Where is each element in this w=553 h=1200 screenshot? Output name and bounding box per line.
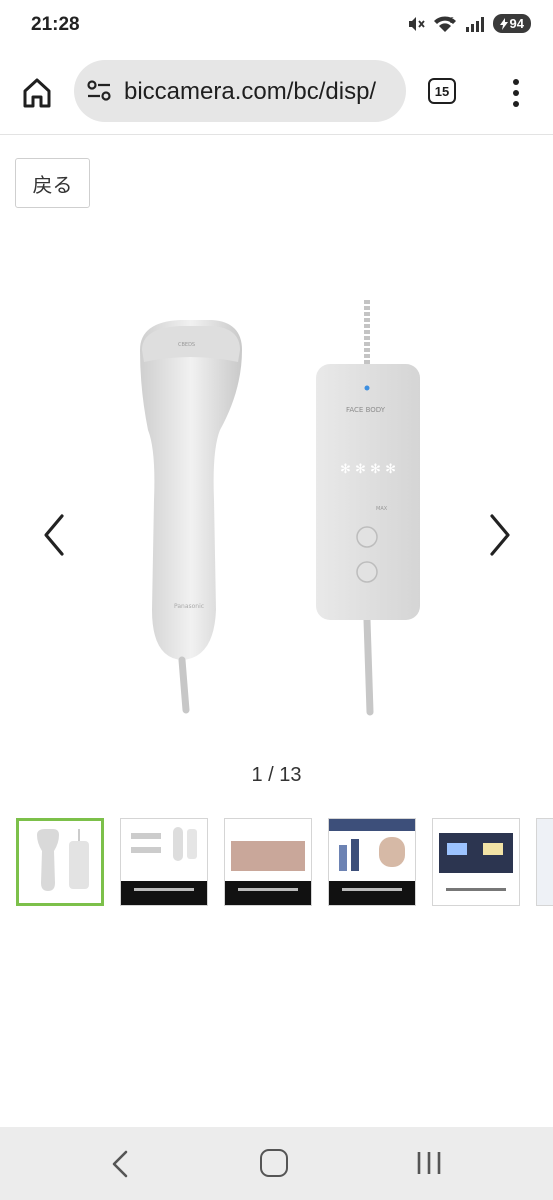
control-unit-label: FACE BODY: [346, 406, 386, 414]
home-icon[interactable]: [18, 74, 56, 112]
mute-icon: [408, 16, 425, 31]
more-menu-icon[interactable]: [506, 78, 526, 108]
thumbnail-strip[interactable]: [16, 818, 553, 908]
system-nav-bar: [0, 1127, 553, 1200]
thumbnail-5[interactable]: [432, 818, 520, 906]
product-image: CBEDS Panasonic FACE BODY ✻ ✻ ✻ ✻ MAX: [140, 300, 420, 716]
site-settings-icon[interactable]: [86, 79, 112, 103]
thumbnail-6[interactable]: [536, 818, 553, 906]
handset-top-label: CBEDS: [178, 342, 195, 348]
system-back-icon[interactable]: [108, 1149, 132, 1179]
thumbnail-3[interactable]: [224, 818, 312, 906]
status-bar: 21:28 6 94: [0, 0, 553, 52]
wifi-icon: 6: [433, 16, 456, 32]
system-home-icon[interactable]: [260, 1149, 288, 1177]
status-icons: 6 94: [407, 14, 531, 33]
battery-indicator: 94: [492, 14, 531, 33]
url-text[interactable]: biccamera.com/bc/disp/: [124, 78, 376, 106]
tab-switcher-button[interactable]: 15: [428, 78, 456, 104]
charging-icon: [499, 17, 508, 30]
back-button[interactable]: 戻る: [15, 158, 90, 208]
battery-level: 94: [509, 16, 524, 31]
prev-image-arrow-icon[interactable]: [40, 512, 70, 558]
svg-text:✻ ✻ ✻ ✻: ✻ ✻ ✻ ✻: [340, 462, 396, 477]
image-counter: 1 / 13: [251, 764, 302, 786]
wifi-badge: 6: [449, 16, 454, 25]
next-image-arrow-icon[interactable]: [484, 512, 514, 558]
thumbnail-product-icon: [37, 829, 89, 891]
system-recents-icon[interactable]: [415, 1150, 443, 1176]
address-bar[interactable]: biccamera.com/bc/disp/: [74, 60, 406, 122]
signal-icon: [465, 16, 484, 32]
image-gallery: CBEDS Panasonic FACE BODY ✻ ✻ ✻ ✻ MAX: [0, 270, 553, 740]
handset-brand-label: Panasonic: [174, 603, 204, 610]
thumbnail-4[interactable]: [328, 818, 416, 906]
thumbnail-1[interactable]: [16, 818, 104, 906]
browser-toolbar: biccamera.com/bc/disp/ 15: [0, 52, 553, 135]
thumbnail-2[interactable]: [120, 818, 208, 906]
control-mode-label: MAX: [376, 506, 388, 512]
status-time: 21:28: [31, 14, 80, 35]
